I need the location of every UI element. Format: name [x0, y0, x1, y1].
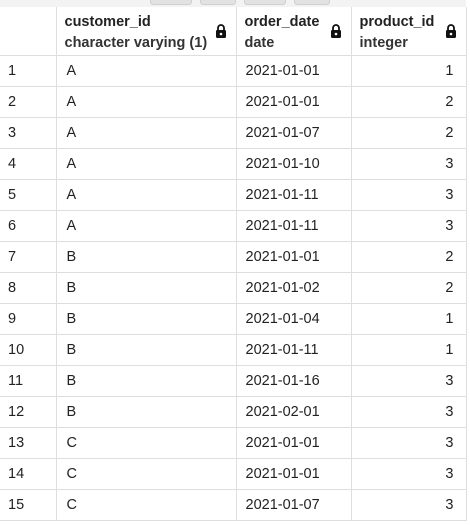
cell-order-date[interactable]: 2021-01-01: [236, 458, 352, 490]
row-number[interactable]: 10: [0, 334, 57, 366]
cell-order-date[interactable]: 2021-01-01: [236, 241, 352, 273]
row-number[interactable]: 3: [0, 117, 57, 149]
cell-product-id[interactable]: 3: [351, 148, 467, 180]
cell-order-date[interactable]: 2021-01-01: [236, 427, 352, 459]
column-type: date: [244, 35, 275, 51]
cell-customer-id[interactable]: C: [56, 458, 237, 490]
table-row[interactable]: 2 A 2021-01-01 2: [0, 86, 467, 118]
cell-product-id[interactable]: 3: [351, 489, 467, 521]
cell-customer-id[interactable]: B: [56, 303, 237, 335]
cell-product-id[interactable]: 1: [351, 303, 467, 335]
table-row[interactable]: 9 B 2021-01-04 1: [0, 303, 467, 335]
table-row[interactable]: 6 A 2021-01-11 3: [0, 210, 467, 242]
toolbar-button-edge[interactable]: [244, 0, 286, 5]
toolbar-button-edge[interactable]: [200, 0, 236, 5]
cell-customer-id[interactable]: B: [56, 272, 237, 304]
table-row[interactable]: 8 B 2021-01-02 2: [0, 272, 467, 304]
cell-order-date[interactable]: 2021-01-02: [236, 272, 352, 304]
cell-product-id[interactable]: 3: [351, 179, 467, 211]
column-name: product_id: [359, 14, 435, 30]
header-row: customer_id character varying (1) order_…: [0, 7, 467, 56]
cell-product-id[interactable]: 2: [351, 86, 467, 118]
cell-customer-id[interactable]: B: [56, 241, 237, 273]
cell-customer-id[interactable]: A: [56, 210, 237, 242]
cell-order-date[interactable]: 2021-01-07: [236, 117, 352, 149]
column-type: integer: [359, 35, 408, 51]
cell-customer-id[interactable]: B: [56, 334, 237, 366]
cell-order-date[interactable]: 2021-01-16: [236, 365, 352, 397]
row-number[interactable]: 9: [0, 303, 57, 335]
table-row[interactable]: 7 B 2021-01-01 2: [0, 241, 467, 273]
cell-customer-id[interactable]: C: [56, 489, 237, 521]
table-row[interactable]: 3 A 2021-01-07 2: [0, 117, 467, 149]
table-row[interactable]: 15 C 2021-01-07 3: [0, 489, 467, 521]
row-number[interactable]: 7: [0, 241, 57, 273]
cell-order-date[interactable]: 2021-01-11: [236, 210, 352, 242]
cell-customer-id[interactable]: B: [56, 365, 237, 397]
row-number[interactable]: 4: [0, 148, 57, 180]
row-number[interactable]: 6: [0, 210, 57, 242]
row-number[interactable]: 8: [0, 272, 57, 304]
column-type: character varying (1): [64, 35, 208, 51]
table-row[interactable]: 10 B 2021-01-11 1: [0, 334, 467, 366]
cell-customer-id[interactable]: A: [56, 148, 237, 180]
cell-product-id[interactable]: 3: [351, 427, 467, 459]
cell-customer-id[interactable]: B: [56, 396, 237, 428]
cell-product-id[interactable]: 3: [351, 458, 467, 490]
cell-order-date[interactable]: 2021-01-01: [236, 55, 352, 87]
lock-icon: [330, 24, 341, 38]
cell-customer-id[interactable]: A: [56, 117, 237, 149]
column-header-order-date[interactable]: order_date date: [236, 7, 352, 56]
row-number[interactable]: 13: [0, 427, 57, 459]
cell-order-date[interactable]: 2021-01-10: [236, 148, 352, 180]
cell-customer-id[interactable]: A: [56, 179, 237, 211]
cell-customer-id[interactable]: C: [56, 427, 237, 459]
table-row[interactable]: 5 A 2021-01-11 3: [0, 179, 467, 211]
cell-product-id[interactable]: 1: [351, 334, 467, 366]
cell-product-id[interactable]: 1: [351, 55, 467, 87]
cell-order-date[interactable]: 2021-01-11: [236, 179, 352, 211]
toolbar-button-edge[interactable]: [294, 0, 330, 5]
column-header-product-id[interactable]: product_id integer: [351, 7, 467, 56]
cell-product-id[interactable]: 2: [351, 241, 467, 273]
table-row[interactable]: 1 A 2021-01-01 1: [0, 55, 467, 87]
row-number[interactable]: 15: [0, 489, 57, 521]
row-number[interactable]: 14: [0, 458, 57, 490]
lock-icon: [215, 24, 226, 38]
cell-product-id[interactable]: 3: [351, 210, 467, 242]
cell-order-date[interactable]: 2021-01-01: [236, 86, 352, 118]
row-number[interactable]: 1: [0, 55, 57, 87]
table-row[interactable]: 13 C 2021-01-01 3: [0, 427, 467, 459]
cell-order-date[interactable]: 2021-01-07: [236, 489, 352, 521]
result-data-grid: customer_id character varying (1) order_…: [0, 0, 467, 525]
cell-order-date[interactable]: 2021-01-04: [236, 303, 352, 335]
cell-order-date[interactable]: 2021-02-01: [236, 396, 352, 428]
lock-icon: [445, 24, 456, 38]
results-table: customer_id character varying (1) order_…: [0, 7, 467, 521]
column-header-customer-id[interactable]: customer_id character varying (1): [56, 7, 237, 56]
table-row[interactable]: 4 A 2021-01-10 3: [0, 148, 467, 180]
column-name: order_date: [244, 14, 320, 30]
table-row[interactable]: 14 C 2021-01-01 3: [0, 458, 467, 490]
row-number[interactable]: 11: [0, 365, 57, 397]
cell-product-id[interactable]: 2: [351, 117, 467, 149]
cell-product-id[interactable]: 2: [351, 272, 467, 304]
cell-order-date[interactable]: 2021-01-11: [236, 334, 352, 366]
cell-product-id[interactable]: 3: [351, 365, 467, 397]
cell-customer-id[interactable]: A: [56, 86, 237, 118]
row-number-header[interactable]: [0, 7, 57, 56]
row-number[interactable]: 2: [0, 86, 57, 118]
table-row[interactable]: 12 B 2021-02-01 3: [0, 396, 467, 428]
cell-product-id[interactable]: 3: [351, 396, 467, 428]
cell-customer-id[interactable]: A: [56, 55, 237, 87]
table-row[interactable]: 11 B 2021-01-16 3: [0, 365, 467, 397]
toolbar-button-edge[interactable]: [150, 0, 192, 5]
row-number[interactable]: 5: [0, 179, 57, 211]
row-number[interactable]: 12: [0, 396, 57, 428]
column-name: customer_id: [64, 14, 151, 30]
